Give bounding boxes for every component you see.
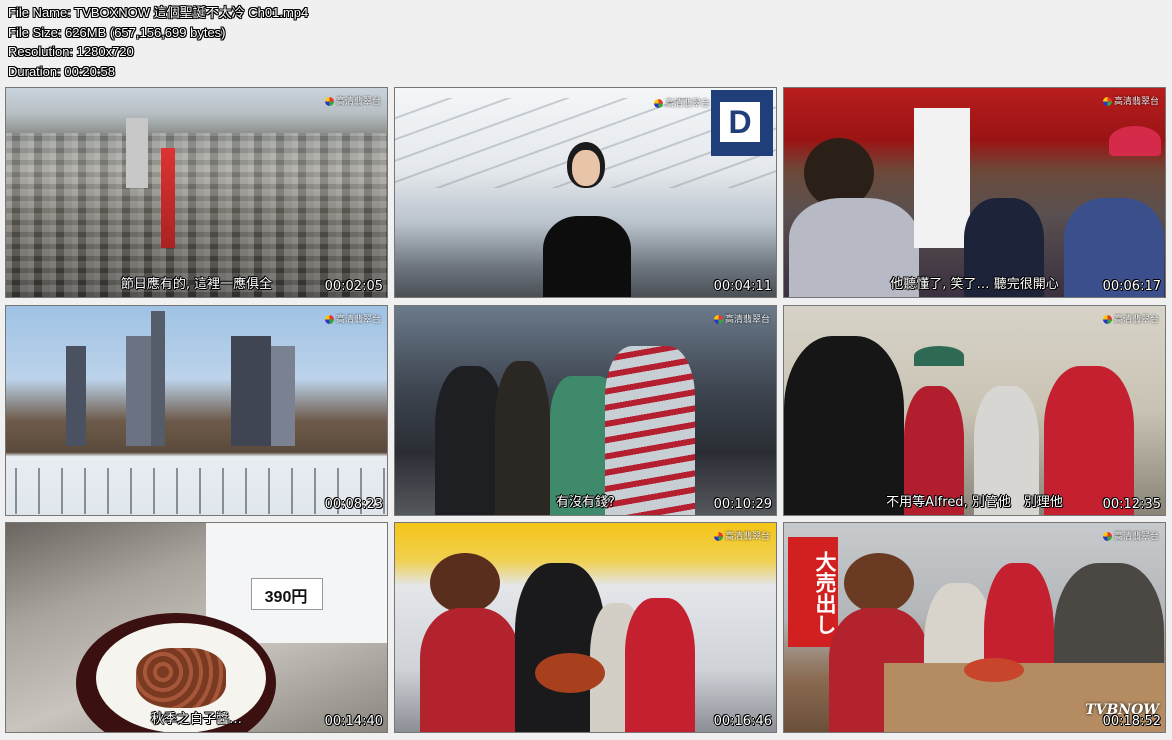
- scene-restaurant: [784, 88, 1165, 297]
- tvb-logo-icon: [1102, 97, 1112, 106]
- scene-food-plate: 390円: [6, 523, 387, 732]
- thumbnail-2[interactable]: D 高清翡翠台 00:04:11: [394, 87, 777, 298]
- timestamp: 00:04:11: [713, 279, 772, 294]
- file-name: File Name: TVBOXNOW 這個聖誕不太冷 Ch01.mp4: [8, 5, 309, 20]
- channel-logo: 高清翡翠台: [324, 94, 381, 107]
- channel-logo: 高清翡翠台: [653, 96, 710, 109]
- tvb-logo-icon: [713, 532, 723, 541]
- thumbnail-3[interactable]: 高清翡翠台 他聽懂了, 笑了… 聽完很開心 00:06:17: [783, 87, 1166, 298]
- scene-seafood-table: 大売出し: [784, 523, 1165, 732]
- sale-banner: 大売出し: [813, 551, 838, 635]
- scene-market-crab: [395, 523, 776, 732]
- thumbnail-5[interactable]: 高清翡翠台 有沒有錢? 00:10:29: [394, 305, 777, 516]
- scene-street-group: [784, 306, 1165, 515]
- scene-times-square: [395, 306, 776, 515]
- tvb-logo-icon: [1102, 532, 1112, 541]
- timestamp: 00:02:05: [324, 279, 383, 294]
- channel-logo: 高清翡翠台: [1102, 312, 1159, 325]
- channel-logo: 高清翡翠台: [713, 312, 770, 325]
- tvb-logo-icon: [653, 99, 663, 108]
- timestamp: 00:14:40: [324, 714, 383, 729]
- thumbnail-1[interactable]: 高清翡翠台 節日應有的, 這裡一應俱全 00:02:05: [5, 87, 388, 298]
- timestamp: 00:06:17: [1102, 279, 1161, 294]
- thumbnail-4[interactable]: 高清翡翠台 00:08:23: [5, 305, 388, 516]
- price-tag: 390円: [264, 589, 308, 606]
- tvb-logo-icon: [324, 315, 334, 324]
- channel-logo: 高清翡翠台: [324, 312, 381, 325]
- scene-ice-rink: [6, 306, 387, 515]
- timestamp: 00:08:23: [324, 497, 383, 512]
- timestamp: 00:10:29: [713, 497, 772, 512]
- resolution: Resolution: 1280x720: [8, 44, 134, 59]
- channel-logo: 高清翡翠台: [1102, 529, 1159, 542]
- scene-city-aerial: [6, 88, 387, 297]
- file-size: File Size: 626MB (657,156,699 bytes): [8, 24, 226, 40]
- timestamp: 00:12:35: [1102, 497, 1161, 512]
- thumbnail-9[interactable]: 大売出し 高清翡翠台 TVBNOW 00:18:52: [783, 522, 1166, 733]
- channel-logo: 高清翡翠台: [713, 529, 770, 542]
- thumbnail-6[interactable]: 高清翡翠台 不用等Alfred, 別管他 別理他 00:12:35: [783, 305, 1166, 516]
- tvb-logo-icon: [713, 315, 723, 324]
- channel-logo: 高清翡翠台: [1102, 94, 1159, 107]
- tvb-logo-icon: [324, 97, 334, 106]
- tvb-logo-icon: [1102, 315, 1112, 324]
- scene-airport-woman: D: [395, 88, 776, 297]
- duration: Duration: 00:20:58: [8, 63, 115, 79]
- gate-sign: D: [720, 102, 760, 142]
- thumbnail-7[interactable]: 390円 秋季之白子醬… 00:14:40: [5, 522, 388, 733]
- timestamp: 00:16:46: [713, 714, 772, 729]
- file-info: File Name: TVBOXNOW 這個聖誕不太冷 Ch01.mp4 Fil…: [8, 3, 308, 81]
- timestamp: 00:18:52: [1102, 714, 1161, 729]
- thumbnail-8[interactable]: 高清翡翠台 00:16:46: [394, 522, 777, 733]
